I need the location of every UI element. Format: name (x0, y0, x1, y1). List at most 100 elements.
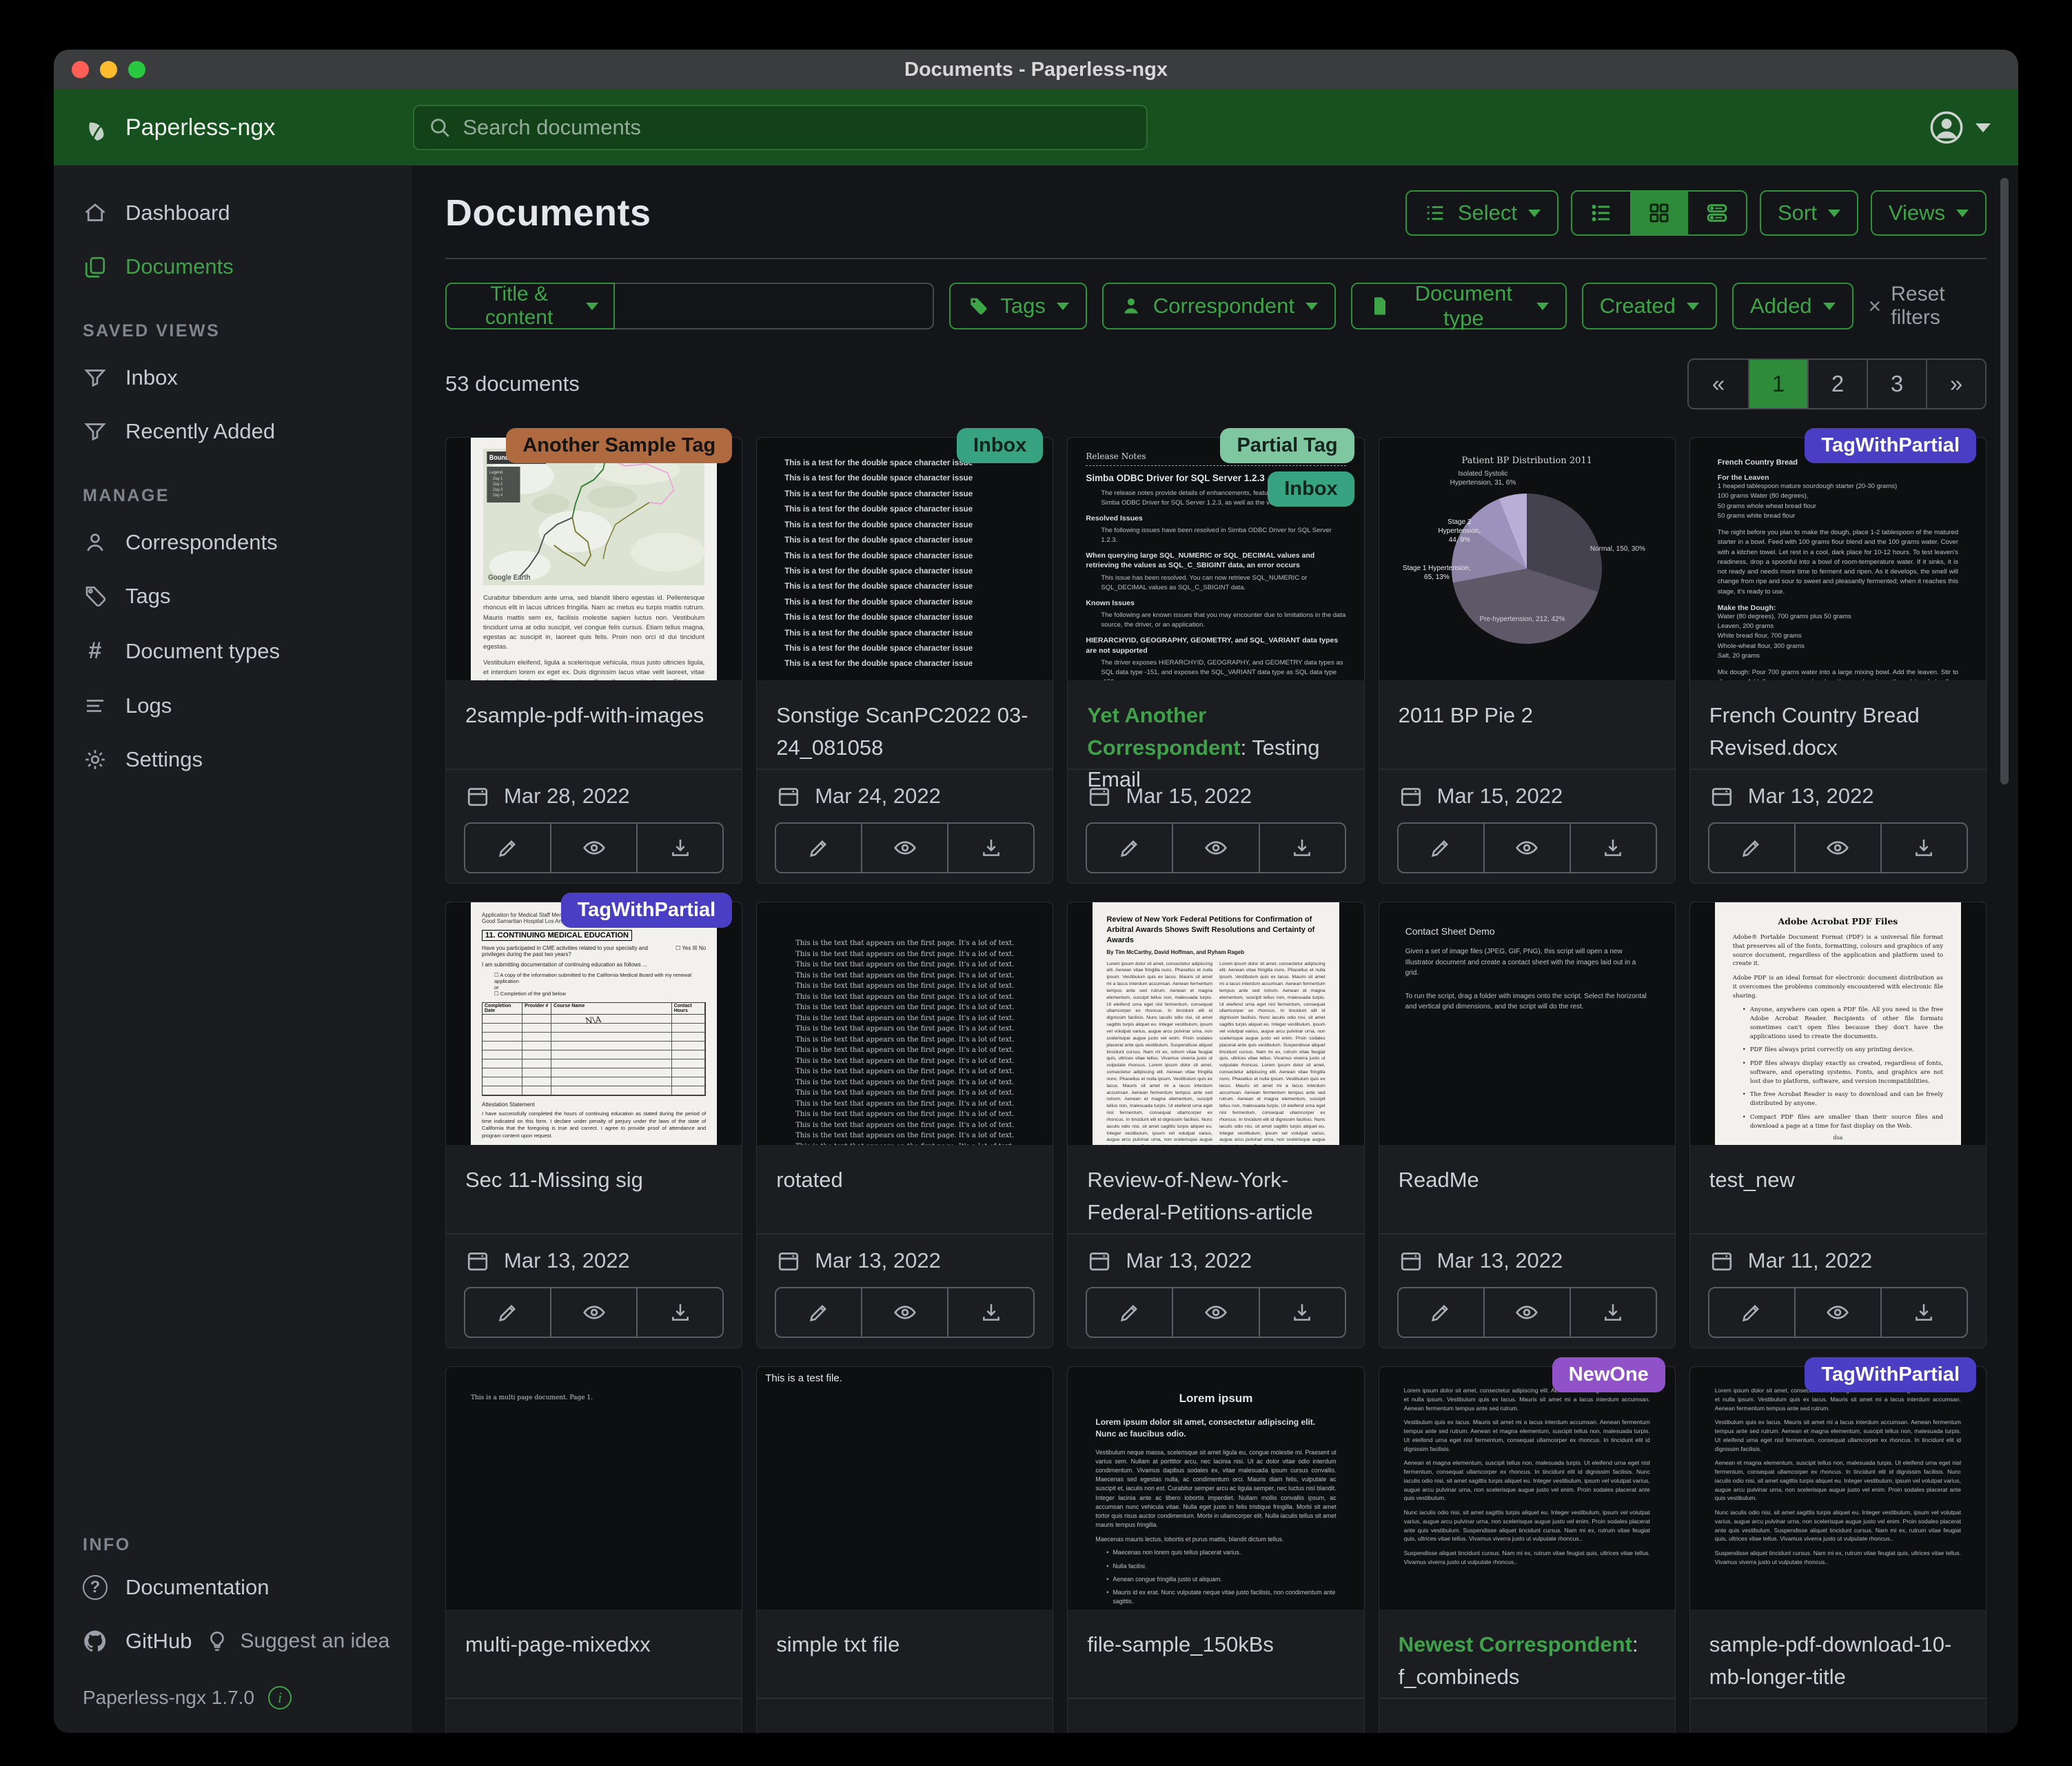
select-button[interactable]: Select (1405, 190, 1558, 236)
document-title[interactable]: test_new (1690, 1145, 1986, 1233)
sidebar-item-github[interactable]: GitHub (54, 1614, 199, 1668)
document-thumbnail[interactable]: This is a test file. (757, 1367, 1053, 1610)
download-button[interactable] (1259, 1288, 1345, 1337)
sidebar-item-dashboard[interactable]: Dashboard (54, 186, 412, 240)
document-card[interactable]: Contact Sheet DemoGiven a set of image f… (1379, 902, 1676, 1348)
download-button[interactable] (1880, 824, 1967, 872)
document-card[interactable]: This is a test file. simple txt file (756, 1366, 1053, 1733)
added-filter-button[interactable]: Added (1732, 283, 1853, 329)
edit-button[interactable] (1709, 824, 1794, 872)
document-card[interactable]: This is a multi page document. Page 1. m… (445, 1366, 742, 1733)
document-card[interactable]: Patient BP Distribution 2011Isolated Sys… (1379, 437, 1676, 884)
document-title[interactable]: Yet Another Correspondent: Testing Email (1068, 680, 1363, 769)
tag-badge[interactable]: Partial Tag (1220, 428, 1354, 463)
view-button[interactable] (1172, 824, 1258, 872)
document-title[interactable]: ReadMe (1379, 1145, 1675, 1233)
close-window-button[interactable] (72, 61, 89, 79)
document-thumbnail[interactable]: French Country BreadFor the Leaven1 heap… (1690, 438, 1986, 680)
document-card[interactable]: This is the text that appears on the fir… (756, 902, 1053, 1348)
document-title[interactable]: Sonstige ScanPC2022 03-24_081058 (757, 680, 1053, 769)
document-thumbnail[interactable]: Application for Medical Staff MembersGoo… (446, 902, 742, 1145)
tag-badge[interactable]: TagWithPartial (1805, 1357, 1976, 1392)
edit-button[interactable] (1709, 1288, 1794, 1337)
info-icon[interactable]: i (268, 1686, 292, 1709)
download-button[interactable] (636, 824, 722, 872)
document-title[interactable]: 2011 BP Pie 2 (1379, 680, 1675, 769)
title-content-input[interactable] (615, 283, 934, 329)
document-thumbnail[interactable]: This is a test for the double space char… (757, 438, 1053, 680)
correspondent-filter-button[interactable]: Correspondent (1102, 283, 1336, 329)
pagination-page-2[interactable]: 2 (1807, 360, 1867, 408)
list-view-button[interactable] (1572, 192, 1630, 234)
zoom-window-button[interactable] (128, 61, 145, 79)
minimize-window-button[interactable] (100, 61, 117, 79)
download-button[interactable] (947, 1288, 1033, 1337)
document-title[interactable]: Sec 11-Missing sig (446, 1145, 742, 1233)
document-thumbnail[interactable]: Contact Sheet DemoGiven a set of image f… (1379, 902, 1675, 1145)
edit-button[interactable] (1087, 824, 1172, 872)
sort-button[interactable]: Sort (1760, 190, 1858, 236)
document-card[interactable]: Inbox This is a test for the double spac… (756, 437, 1053, 884)
pagination-next[interactable]: » (1926, 360, 1985, 408)
sidebar-item-settings[interactable]: Settings (54, 733, 412, 786)
view-button[interactable] (550, 1288, 636, 1337)
document-card[interactable]: Adobe Acrobat PDF FilesAdobe® Portable D… (1689, 902, 1987, 1348)
document-title[interactable]: file-sample_150kBs (1068, 1610, 1363, 1698)
document-thumbnail[interactable]: Patient BP Distribution 2011Isolated Sys… (1379, 438, 1675, 680)
suggest-idea-link[interactable]: Suggest an idea (199, 1615, 396, 1667)
tag-badge[interactable]: Inbox (1268, 471, 1354, 507)
view-button[interactable] (1172, 1288, 1258, 1337)
document-thumbnail[interactable]: Review of New York Federal Petitions for… (1068, 902, 1363, 1145)
scrollbar-thumb[interactable] (2000, 178, 2009, 784)
document-thumbnail[interactable]: This is the text that appears on the fir… (757, 902, 1053, 1145)
reset-filters-button[interactable]: × Reset filters (1869, 283, 1987, 329)
view-button[interactable] (861, 824, 947, 872)
document-thumbnail[interactable]: Boundary Waters TripLegendDay 1Day 2Day … (446, 438, 742, 680)
correspondent-link[interactable]: Yet Another Correspondent (1087, 703, 1240, 760)
document-thumbnail[interactable]: Lorem ipsum dolor sit amet, consectetur … (1690, 1367, 1986, 1610)
edit-button[interactable] (776, 1288, 861, 1337)
pagination-page-3[interactable]: 3 (1867, 360, 1926, 408)
document-title[interactable]: sample-pdf-download-10-mb-longer-title (1690, 1610, 1986, 1698)
document-card[interactable]: Lorem ipsumLorem ipsum dolor sit amet, c… (1067, 1366, 1364, 1733)
view-button[interactable] (861, 1288, 947, 1337)
document-title[interactable]: rotated (757, 1145, 1053, 1233)
document-thumbnail[interactable]: Lorem ipsumLorem ipsum dolor sit amet, c… (1068, 1367, 1363, 1610)
view-button[interactable] (1483, 1288, 1570, 1337)
user-menu[interactable] (1929, 110, 1991, 145)
tag-badge[interactable]: Inbox (957, 428, 1043, 463)
search-input[interactable]: Search documents (413, 105, 1148, 150)
correspondent-link[interactable]: Newest Correspondent (1399, 1632, 1632, 1656)
view-button[interactable] (1483, 824, 1570, 872)
detail-view-button[interactable] (1688, 192, 1746, 234)
sidebar-item-recently-added[interactable]: Recently Added (54, 405, 412, 458)
sidebar-item-logs[interactable]: Logs (54, 679, 412, 733)
sidebar-item-inbox[interactable]: Inbox (54, 351, 412, 405)
document-card[interactable]: TagWithPartial Lorem ipsum dolor sit ame… (1689, 1366, 1987, 1733)
document-title[interactable]: simple txt file (757, 1610, 1053, 1698)
download-button[interactable] (1880, 1288, 1967, 1337)
sidebar-item-tags[interactable]: Tags (54, 569, 412, 623)
document-title[interactable]: Review-of-New-York-Federal-Petitions-art… (1068, 1145, 1363, 1233)
document-card[interactable]: Review of New York Federal Petitions for… (1067, 902, 1364, 1348)
sidebar-item-documents[interactable]: Documents (54, 240, 412, 294)
document-thumbnail[interactable]: Lorem ipsum dolor sit amet, consectetur … (1379, 1367, 1675, 1610)
tags-filter-button[interactable]: Tags (949, 283, 1086, 329)
tag-badge[interactable]: TagWithPartial (561, 893, 733, 928)
pagination-page-1[interactable]: 1 (1748, 360, 1807, 408)
edit-button[interactable] (1399, 824, 1483, 872)
created-filter-button[interactable]: Created (1582, 283, 1717, 329)
download-button[interactable] (947, 824, 1033, 872)
sidebar-item-document-types[interactable]: # Document types (54, 623, 412, 679)
title-content-dropdown[interactable]: Title & content (445, 283, 615, 329)
document-card[interactable]: TagWithPartial Application for Medical S… (445, 902, 742, 1348)
sidebar-item-documentation[interactable]: ? Documentation (54, 1561, 412, 1614)
view-button[interactable] (1794, 1288, 1880, 1337)
document-card[interactable]: NewOne Lorem ipsum dolor sit amet, conse… (1379, 1366, 1676, 1733)
document-thumbnail[interactable]: This is a multi page document. Page 1. (446, 1367, 742, 1610)
views-button[interactable]: Views (1871, 190, 1987, 236)
app-logo[interactable]: Paperless-ngx (81, 112, 275, 143)
edit-button[interactable] (1399, 1288, 1483, 1337)
download-button[interactable] (636, 1288, 722, 1337)
tag-badge[interactable]: Another Sample Tag (506, 428, 732, 463)
